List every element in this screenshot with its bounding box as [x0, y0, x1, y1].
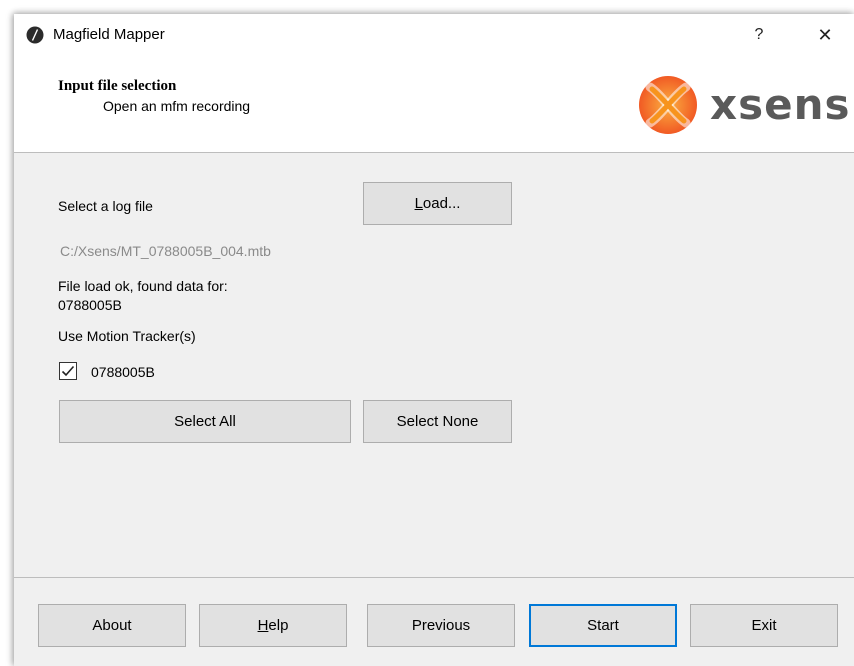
xsens-logo-mark-icon — [639, 76, 697, 134]
use-trackers-label: Use Motion Tracker(s) — [58, 328, 196, 344]
file-path-text: C:/Xsens/MT_0788005B_004.mtb — [60, 243, 271, 259]
select-all-button[interactable]: Select All — [59, 400, 351, 443]
load-status-text: File load ok, found data for: — [58, 278, 228, 294]
help-button[interactable]: Help — [199, 604, 347, 647]
about-button[interactable]: About — [38, 604, 186, 647]
tracker-checkbox[interactable] — [59, 362, 77, 380]
load-status-device: 0788005B — [58, 297, 122, 313]
xsens-logo: xsens — [638, 70, 854, 140]
wizard-header: Input file selection Open an mfm recordi… — [14, 56, 854, 153]
select-log-label: Select a log file — [58, 198, 153, 214]
previous-button[interactable]: Previous — [367, 604, 515, 647]
logo-text: xsens — [710, 80, 851, 129]
tracker-checkbox-label[interactable]: 0788005B — [91, 364, 155, 380]
page-subtitle: Open an mfm recording — [103, 98, 251, 114]
compass-app-icon — [26, 26, 44, 44]
magfield-mapper-window: Magfield Mapper ? ✕ Input file selection… — [14, 14, 854, 666]
exit-button[interactable]: Exit — [690, 604, 838, 647]
load-button[interactable]: Load... — [363, 182, 512, 225]
title-bar[interactable]: Magfield Mapper ? ✕ — [14, 14, 854, 56]
window-title: Magfield Mapper — [53, 26, 165, 43]
start-button[interactable]: Start — [529, 604, 677, 647]
page-title: Input file selection — [58, 78, 177, 94]
select-none-button[interactable]: Select None — [363, 400, 512, 443]
help-title-button[interactable]: ? — [736, 14, 782, 56]
close-window-button[interactable]: ✕ — [802, 14, 848, 56]
footer-divider — [14, 577, 854, 578]
checkmark-icon — [61, 365, 75, 377]
question-icon: ? — [754, 26, 764, 43]
close-icon: ✕ — [817, 24, 833, 45]
